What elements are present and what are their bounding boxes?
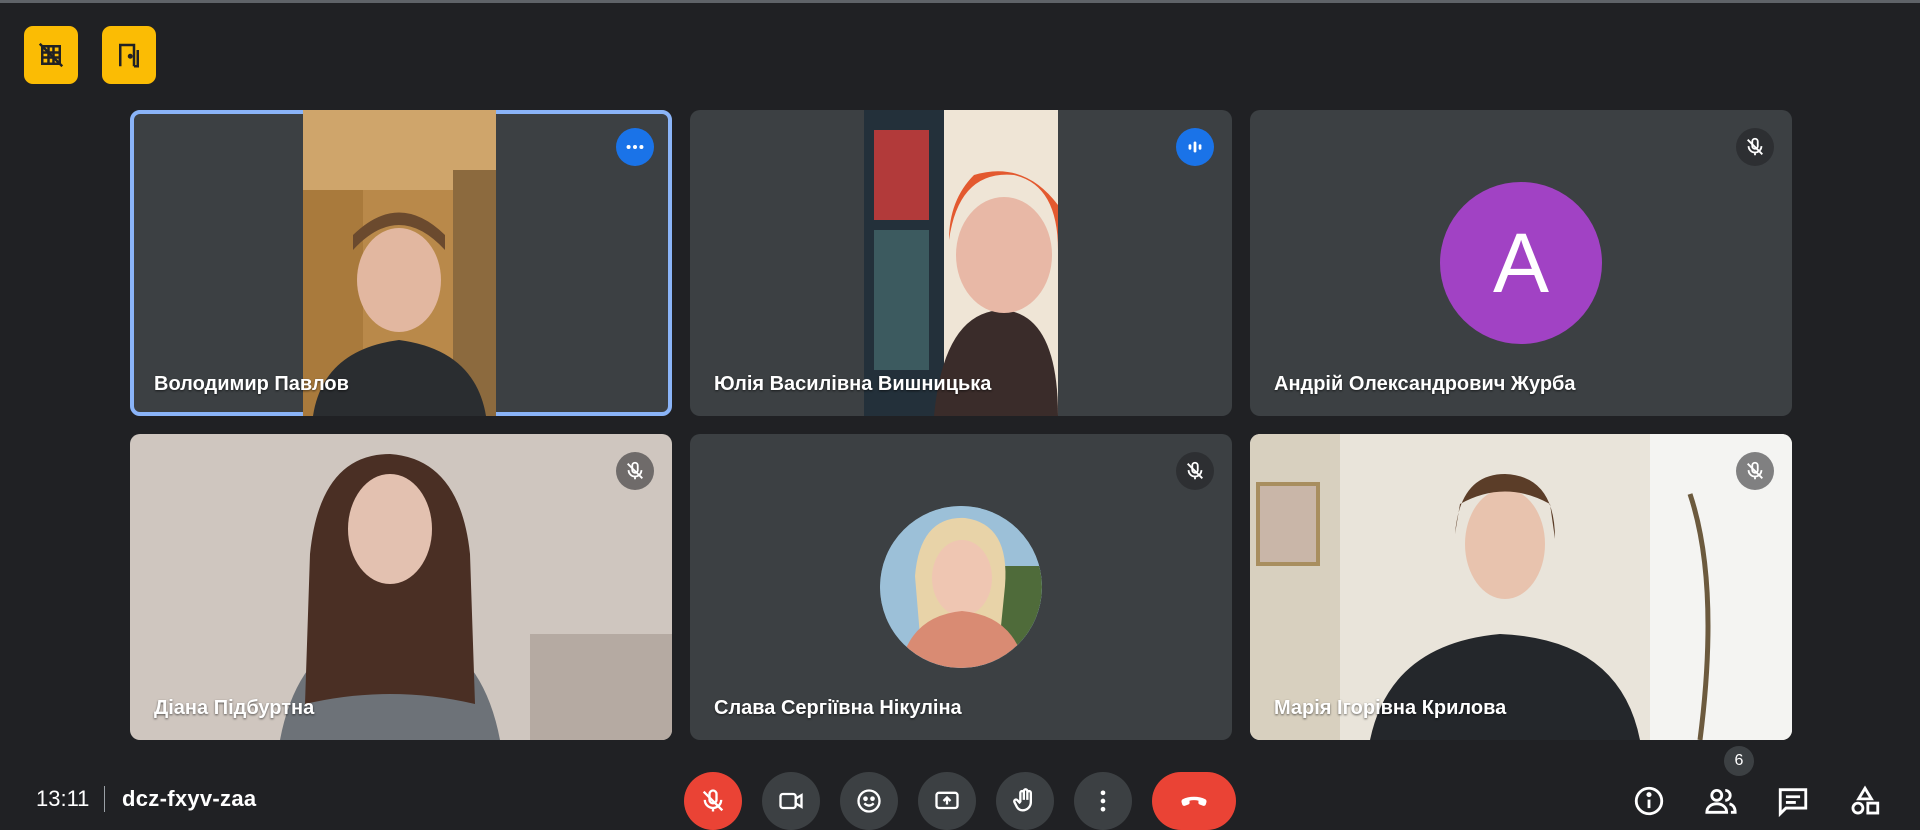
- divider: [104, 786, 105, 812]
- speaking-indicator: [1176, 128, 1214, 166]
- meeting-time: 13:11: [36, 786, 90, 811]
- mic-off-icon: [1187, 461, 1203, 480]
- present-screen-icon: [935, 791, 959, 810]
- video-feed-yuliia: [864, 110, 1058, 416]
- participant-tile-yuliia[interactable]: Юлія Василівна Вишницька: [690, 110, 1232, 416]
- leave-door-icon: [119, 43, 139, 68]
- more-vert-icon: [1100, 790, 1106, 812]
- mic-off-icon: [1747, 461, 1763, 480]
- raise-hand-icon: [1013, 788, 1032, 812]
- meeting-info-button[interactable]: [1628, 780, 1670, 822]
- mic-off-icon: [1747, 137, 1763, 156]
- participant-name: Слава Сергіївна Нікуліна: [714, 697, 962, 719]
- mic-off-indicator: [1736, 452, 1774, 490]
- bottom-toolbar: 13:11 dcz-fxyv-zaa 6: [0, 746, 1920, 830]
- participant-name: Діана Підбуртна: [154, 697, 315, 719]
- participant-tile-mariia[interactable]: Марія Ігорівна Крилова: [1250, 434, 1792, 740]
- mic-off-indicator: [616, 452, 654, 490]
- meeting-code: dcz-fxyv-zaa: [122, 786, 257, 811]
- reactions-button[interactable]: [840, 772, 898, 830]
- info-icon: [1634, 786, 1664, 816]
- hide-tiles-button[interactable]: [24, 26, 78, 84]
- avatar: A: [1440, 182, 1602, 344]
- participant-tile-volodymyr[interactable]: Володимир Павлов: [130, 110, 672, 416]
- participant-name: Юлія Василівна Вишницька: [714, 373, 992, 395]
- mic-off-icon: [702, 789, 724, 812]
- participant-name: Марія Ігорівна Крилова: [1274, 697, 1507, 719]
- chat-button[interactable]: [1772, 780, 1814, 822]
- activities-button[interactable]: [1844, 780, 1886, 822]
- present-screen-button[interactable]: [918, 772, 976, 830]
- participant-tile-slava[interactable]: Слава Сергіївна Нікуліна: [690, 434, 1232, 740]
- participant-tile-diana[interactable]: Діана Підбуртна: [130, 434, 672, 740]
- more-options-button[interactable]: [1074, 772, 1132, 830]
- more-options-icon: [626, 144, 644, 150]
- leave-door-button[interactable]: [102, 26, 156, 84]
- hang-up-icon: [1181, 796, 1207, 806]
- more-options-button[interactable]: [616, 128, 654, 166]
- top-divider: [0, 0, 1920, 3]
- leave-call-button[interactable]: [1152, 772, 1236, 830]
- avatar: [880, 506, 1042, 668]
- participants-count-badge: 6: [1724, 746, 1754, 776]
- speaking-icon: [1188, 141, 1202, 153]
- camera-toggle-button[interactable]: [762, 772, 820, 830]
- participant-tile-andrii[interactable]: A Андрій Олександрович Журба: [1250, 110, 1792, 416]
- emoji-icon: [857, 789, 881, 813]
- video-feed-volodymyr: [303, 110, 496, 416]
- camera-icon: [779, 792, 803, 810]
- microphone-toggle-button[interactable]: [684, 772, 742, 830]
- shapes-icon: [1851, 785, 1880, 815]
- participant-name: Андрій Олександрович Журба: [1274, 373, 1576, 395]
- participants-button[interactable]: [1700, 780, 1742, 822]
- hide-tiles-icon: [38, 42, 64, 68]
- people-icon: [1705, 788, 1737, 814]
- participant-name: Володимир Павлов: [154, 373, 349, 395]
- raise-hand-button[interactable]: [996, 772, 1054, 830]
- mic-off-icon: [627, 461, 643, 480]
- mic-off-indicator: [1176, 452, 1214, 490]
- chat-icon: [1778, 788, 1808, 818]
- mic-off-indicator: [1736, 128, 1774, 166]
- video-feed-diana: [130, 434, 672, 740]
- video-feed-mariia: [1250, 434, 1792, 740]
